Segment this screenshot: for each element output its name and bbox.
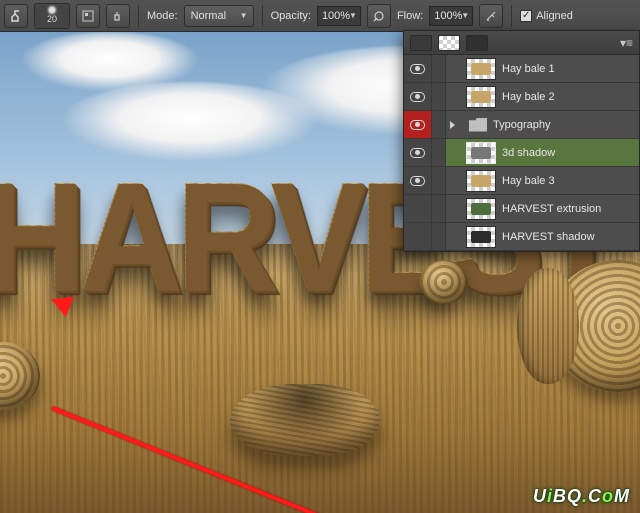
layer-row-hay-bale-3[interactable]: Hay bale 3: [404, 167, 639, 195]
lock-slot[interactable]: [432, 111, 446, 138]
lock-slot[interactable]: [432, 83, 446, 110]
layers-panel-header: ▾≡: [404, 31, 639, 55]
blend-mode-select[interactable]: Normal: [184, 5, 254, 27]
layer-row-hay-bale-2[interactable]: Hay bale 2: [404, 83, 639, 111]
visibility-toggle[interactable]: [404, 83, 432, 110]
layer-label: 3d shadow: [502, 147, 639, 159]
layer-thumbnail[interactable]: [466, 142, 496, 164]
hay-bale: [548, 260, 640, 392]
visibility-toggle[interactable]: [404, 223, 432, 250]
opacity-field[interactable]: 100%: [317, 6, 361, 26]
layer-row-typography-group[interactable]: Typography: [404, 111, 639, 139]
clone-stamp-tool-icon[interactable]: [4, 4, 28, 28]
lock-slot[interactable]: [432, 223, 446, 250]
aligned-label: Aligned: [536, 10, 573, 22]
clone-source-panel-icon[interactable]: [106, 4, 130, 28]
aligned-checkbox[interactable]: ✓ Aligned: [520, 10, 573, 22]
hay-bale: [420, 260, 468, 304]
brush-size-value: 20: [47, 14, 57, 24]
filter-swatch[interactable]: [438, 35, 460, 51]
airbrush-icon[interactable]: [479, 4, 503, 28]
flow-label: Flow:: [397, 10, 423, 22]
eye-icon: [410, 64, 425, 74]
options-bar: 20 Mode: Normal Opacity: 100% Flow: 100%…: [0, 0, 640, 32]
layer-label: Hay bale 2: [502, 91, 639, 103]
layer-label: Typography: [493, 119, 639, 131]
layers-panel: ▾≡ Hay bale 1 Hay bale 2 Typography 3d s…: [403, 30, 640, 252]
lock-slot[interactable]: [432, 55, 446, 82]
visibility-toggle[interactable]: [404, 139, 432, 166]
opacity-label: Opacity:: [271, 10, 311, 22]
visibility-toggle[interactable]: [404, 167, 432, 194]
eye-icon: [410, 176, 425, 186]
layer-thumbnail[interactable]: [466, 58, 496, 80]
layer-row-harvest-shadow[interactable]: HARVEST shadow: [404, 223, 639, 251]
mode-label: Mode:: [147, 10, 178, 22]
layer-label: HARVEST shadow: [502, 231, 639, 243]
visibility-toggle[interactable]: [404, 111, 432, 138]
layer-thumbnail[interactable]: [466, 170, 496, 192]
flow-field[interactable]: 100%: [429, 6, 473, 26]
eye-icon: [410, 148, 425, 158]
layer-thumbnail[interactable]: [466, 198, 496, 220]
layer-label: Hay bale 1: [502, 63, 639, 75]
lock-slot[interactable]: [432, 139, 446, 166]
folder-icon: [469, 118, 487, 132]
eye-icon: [410, 120, 425, 130]
watermark: UiBQ.CoM: [533, 486, 630, 507]
visibility-toggle[interactable]: [404, 195, 432, 222]
layer-row-harvest-extrusion[interactable]: HARVEST extrusion: [404, 195, 639, 223]
filter-swatch[interactable]: [466, 35, 488, 51]
lock-slot[interactable]: [432, 167, 446, 194]
layer-thumbnail[interactable]: [466, 226, 496, 248]
visibility-toggle[interactable]: [404, 55, 432, 82]
hay-bowl: [230, 384, 380, 456]
filter-swatch[interactable]: [410, 35, 432, 51]
layer-thumbnail[interactable]: [466, 86, 496, 108]
layer-row-3d-shadow[interactable]: 3d shadow: [404, 139, 639, 167]
layer-label: HARVEST extrusion: [502, 203, 639, 215]
toggle-brush-panel-icon[interactable]: [76, 4, 100, 28]
eye-icon: [410, 92, 425, 102]
layer-label: Hay bale 3: [502, 175, 639, 187]
brush-preset-picker[interactable]: 20: [34, 3, 70, 29]
panel-menu-icon[interactable]: ▾≡: [620, 36, 633, 50]
opacity-pressure-icon[interactable]: [367, 4, 391, 28]
chevron-right-icon[interactable]: [450, 121, 459, 129]
layer-row-hay-bale-1[interactable]: Hay bale 1: [404, 55, 639, 83]
sky-cloud: [20, 32, 200, 92]
lock-slot[interactable]: [432, 195, 446, 222]
